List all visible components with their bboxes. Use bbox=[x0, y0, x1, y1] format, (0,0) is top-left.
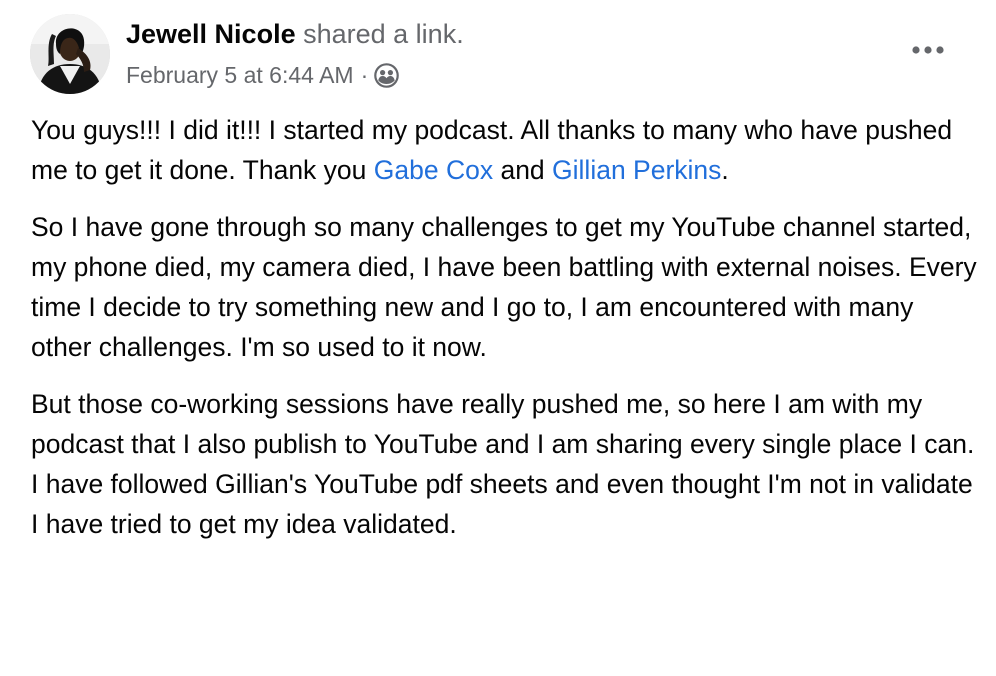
author-name[interactable]: Jewell Nicole bbox=[126, 19, 296, 49]
post-paragraph-2: So I have gone through so many challenge… bbox=[31, 212, 977, 362]
mention-gillian-perkins[interactable]: Gillian Perkins bbox=[552, 155, 721, 185]
post-body: You guys!!! I did it!!! I started my pod… bbox=[31, 110, 981, 561]
facebook-post: Jewell Nicole shared a link. February 5 … bbox=[0, 0, 996, 676]
post-action-text: shared a link. bbox=[303, 19, 464, 49]
friends-icon[interactable] bbox=[374, 62, 400, 88]
mention-gabe-cox[interactable]: Gabe Cox bbox=[374, 155, 493, 185]
paragraph-1-end: . bbox=[721, 155, 729, 185]
post-paragraph-3: But those co-working sessions have reall… bbox=[31, 389, 975, 539]
post-header: Jewell Nicole shared a link. bbox=[126, 16, 464, 52]
post-timestamp[interactable]: February 5 at 6:44 AM bbox=[126, 58, 354, 92]
post-paragraph-1: You guys!!! I did it!!! I started my pod… bbox=[31, 110, 981, 190]
post-meta: February 5 at 6:44 AM · bbox=[126, 58, 400, 92]
avatar-photo bbox=[30, 14, 110, 94]
more-options-icon bbox=[912, 46, 944, 54]
avatar[interactable] bbox=[30, 14, 110, 94]
meta-separator: · bbox=[360, 62, 369, 88]
more-options-button[interactable] bbox=[906, 34, 950, 66]
paragraph-1-conjunction: and bbox=[493, 155, 553, 185]
